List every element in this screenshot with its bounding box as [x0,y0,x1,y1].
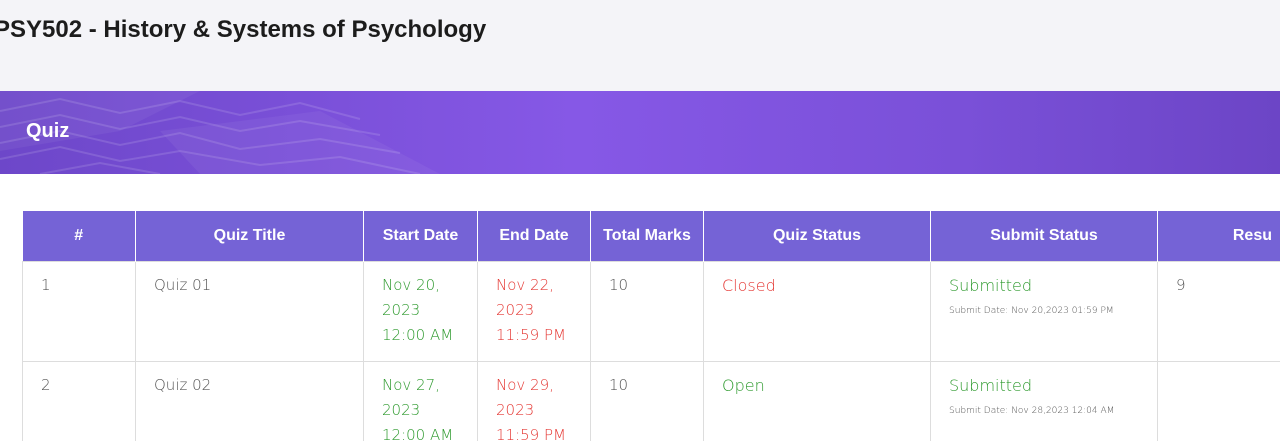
end-date-line: 11:59 PM [496,426,566,441]
col-header-submit-status: Submit Status [930,211,1158,262]
end-date-line: 2023 [496,401,535,419]
table-row: 2 Quiz 02 Nov 27, 2023 12:00 AM Nov 29, … [22,361,1280,441]
quiz-status: Closed [703,261,931,362]
banner-title: Quiz [26,120,70,142]
end-date-line: Nov 29, [496,376,554,394]
submit-status: Submitted [949,276,1033,295]
end-date: Nov 29, 2023 11:59 PM [477,361,591,441]
start-date-line: 2023 [382,301,421,319]
start-date-line: Nov 27, [382,376,440,394]
end-date-line: 2023 [496,301,535,319]
start-date-line: 12:00 AM [382,426,454,441]
course-title: PSY502 - History & Systems of Psychology [0,16,487,43]
start-date: Nov 20, 2023 12:00 AM [363,261,478,362]
total-marks: 10 [590,261,704,362]
result: 9 [1157,261,1280,362]
end-date-line: 11:59 PM [496,326,566,344]
col-header-start-date: Start Date [363,211,478,262]
start-date-line: Nov 20, [382,276,440,294]
col-header-quiz-title: Quiz Title [135,211,364,262]
submit-status-cell: Submitted Submit Date: Nov 28,2023 12:04… [930,361,1158,441]
col-header-quiz-status: Quiz Status [703,211,931,262]
quiz-table: # Quiz Title Start Date End Date Total M… [22,211,1280,441]
end-date-line: Nov 22, [496,276,554,294]
quiz-table-container: # Quiz Title Start Date End Date Total M… [22,211,1280,441]
page-header: PSY502 - History & Systems of Psychology [0,0,1280,91]
quiz-title: Quiz 01 [135,261,364,362]
quiz-status: Open [703,361,931,441]
start-date: Nov 27, 2023 12:00 AM [363,361,478,441]
row-number: 2 [22,361,136,441]
total-marks: 10 [590,361,704,441]
table-row: 1 Quiz 01 Nov 20, 2023 12:00 AM Nov 22, … [22,261,1280,362]
submit-date: Submit Date: Nov 20,2023 01:59 PM [949,306,1114,316]
start-date-line: 12:00 AM [382,326,454,344]
quiz-title: Quiz 02 [135,361,364,441]
row-number: 1 [22,261,136,362]
col-header-total-marks: Total Marks [590,211,704,262]
banner-pattern [0,91,440,174]
col-header-end-date: End Date [477,211,591,262]
col-header-number: # [22,211,136,262]
quiz-banner: Quiz [0,91,1280,174]
table-header-row: # Quiz Title Start Date End Date Total M… [22,211,1280,262]
start-date-line: 2023 [382,401,421,419]
submit-status-cell: Submitted Submit Date: Nov 20,2023 01:59… [930,261,1158,362]
submit-date: Submit Date: Nov 28,2023 12:04 AM [949,406,1115,416]
end-date: Nov 22, 2023 11:59 PM [477,261,591,362]
col-header-result: Resu [1157,211,1280,262]
submit-status: Submitted [949,376,1033,395]
result [1157,361,1280,441]
